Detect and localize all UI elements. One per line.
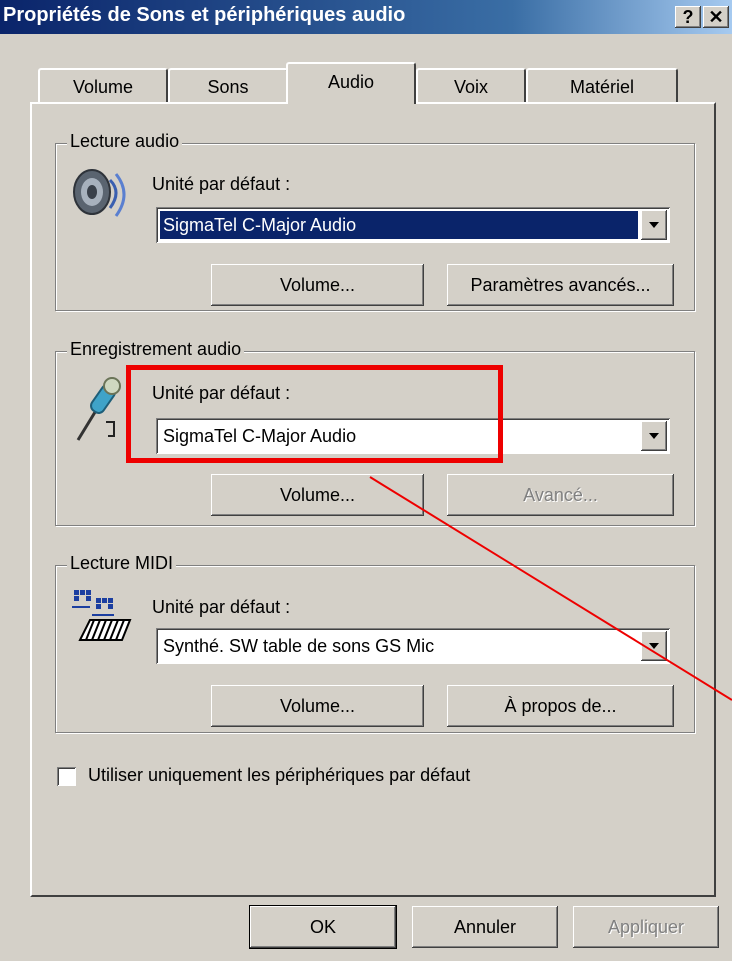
annotation-arrow-line (369, 476, 732, 701)
sound-properties-dialog: Propriétés de Sons et périphériques audi… (0, 0, 732, 961)
